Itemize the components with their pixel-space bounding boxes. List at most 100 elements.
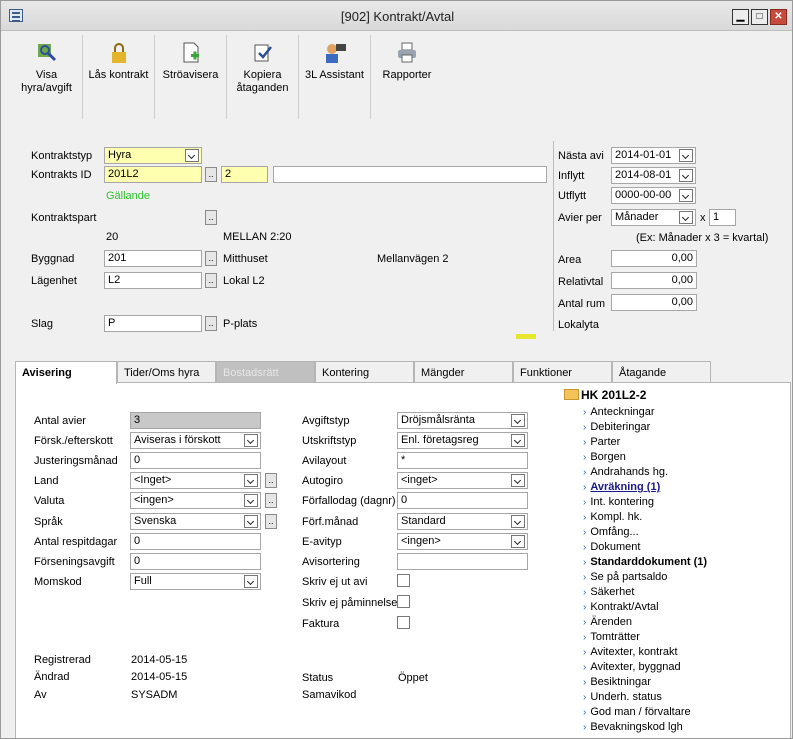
kontrakts-id-input[interactable]: 201L2 [104,166,202,183]
slag-browse-button[interactable]: .. [205,316,217,331]
tree-item[interactable]: › Int. kontering [583,496,654,508]
las-kontrakt-button[interactable]: Lås kontrakt [83,35,155,119]
lock-icon [111,43,126,63]
forfallodag-input[interactable]: 0 [397,492,528,509]
avgiftstyp-select[interactable]: Dröjsmålsränta [397,412,528,429]
lagenhet-browse-button[interactable]: .. [205,273,217,288]
chevron-down-icon[interactable] [679,189,693,202]
chevron-down-icon[interactable] [511,414,525,427]
antal-rum-input[interactable]: 0,00 [611,294,697,311]
chevron-down-icon[interactable] [511,535,525,548]
tree-item[interactable]: › Kontrakt/Avtal [583,601,659,613]
byggnad-input[interactable]: 201 [104,250,202,267]
chevron-down-icon[interactable] [511,515,525,528]
kontrakts-id-browse-button[interactable]: .. [205,167,217,182]
assistant-button[interactable]: 3L Assistant [299,35,371,119]
tree-root[interactable]: HK 201L2-2 [564,388,646,402]
tree-item[interactable]: › Standarddokument (1) [583,556,707,568]
avier-multiplier-input[interactable]: 1 [709,209,736,226]
inflytt-date[interactable]: 2014-08-01 [611,167,696,184]
skriv-ej-ut-checkbox[interactable] [397,574,410,587]
visa-hyra-button[interactable]: Visa hyra/avgift [11,35,83,119]
nasta-avi-date[interactable]: 2014-01-01 [611,147,696,164]
kontrakts-id-suffix-input[interactable]: 2 [221,166,268,183]
chevron-down-icon[interactable] [511,434,525,447]
tree-item[interactable]: › Anteckningar [583,406,655,418]
land-browse-button[interactable]: .. [265,473,277,488]
tree-item[interactable]: › Omfång... [583,526,639,538]
forsk-select[interactable]: Aviseras i förskott [130,432,261,449]
tab-atagande[interactable]: Åtagande [612,361,711,383]
byggnad-browse-button[interactable]: .. [205,251,217,266]
faktura-checkbox[interactable] [397,616,410,629]
sprak-browse-button[interactable]: .. [265,514,277,529]
tree-item[interactable]: › Underh. status [583,691,662,703]
header-divider [553,141,554,331]
chevron-down-icon[interactable] [679,211,693,224]
tree-item[interactable]: › Debiteringar [583,421,650,433]
kontraktspart-browse-button[interactable]: .. [205,210,217,225]
avilayout-input[interactable]: * [397,452,528,469]
avier-per-select[interactable]: Månader [611,209,696,226]
justering-input[interactable]: 0 [130,452,261,469]
forsening-input[interactable]: 0 [130,553,261,570]
tree-item[interactable]: › Säkerhet [583,586,634,598]
autogiro-select[interactable]: <inget> [397,472,528,489]
utskriftstyp-select[interactable]: Enl. företagsreg [397,432,528,449]
tab-kontering[interactable]: Kontering [315,361,414,383]
tree-item[interactable]: › Dokument [583,541,640,553]
tree-item[interactable]: › Bevakningskod lgh [583,721,683,733]
utflytt-date[interactable]: 0000-00-00 [611,187,696,204]
e-avityp-select[interactable]: <ingen> [397,533,528,550]
chevron-down-icon[interactable] [185,149,199,162]
rapporter-button[interactable]: Rapporter [371,35,443,119]
tab-tider-oms-hyra[interactable]: Tider/Oms hyra [117,361,216,383]
forf-manad-select[interactable]: Standard [397,513,528,530]
tree-item[interactable]: › Avitexter, kontrakt [583,646,678,658]
close-button[interactable]: ✕ [770,9,787,25]
tree-item[interactable]: › Avitexter, byggnad [583,661,681,673]
tree-item[interactable]: › Se på partsaldo [583,571,667,583]
kontraktstyp-select[interactable]: Hyra [104,147,202,164]
relativtal-input[interactable]: 0,00 [611,272,697,289]
tab-avisering[interactable]: Avisering [15,361,117,384]
kopiera-ataganden-button[interactable]: Kopiera åtaganden [227,35,299,119]
momskod-select[interactable]: Full [130,573,261,590]
skriv-ej-pam-checkbox[interactable] [397,595,410,608]
tree-item[interactable]: › Besiktningar [583,676,651,688]
chevron-down-icon[interactable] [244,474,258,487]
chevron-down-icon[interactable] [679,149,693,162]
tree-item[interactable]: › Borgen [583,451,626,463]
kontrakts-id-description-input[interactable] [273,166,547,183]
chevron-down-icon[interactable] [244,494,258,507]
chevron-down-icon[interactable] [679,169,693,182]
tree-item[interactable]: › Kompl. hk. [583,511,642,523]
slag-input[interactable]: P [104,315,202,332]
tree-item[interactable]: › Ärenden [583,616,632,628]
tree-item[interactable]: › Andrahands hg. [583,466,668,478]
tree-item[interactable]: › God man / förvaltare [583,706,691,718]
chevron-down-icon[interactable] [244,575,258,588]
tree-item[interactable]: › Tomträtter [583,631,640,643]
tab-funktioner[interactable]: Funktioner [513,361,612,383]
land-select[interactable]: <Inget> [130,472,261,489]
valuta-select[interactable]: <ingen> [130,492,261,509]
tree-item[interactable]: › Parter [583,436,620,448]
lagenhet-input[interactable]: L2 [104,272,202,289]
minimize-button[interactable]: ▁ [732,9,749,25]
tab-mangder[interactable]: Mängder [414,361,513,383]
area-input[interactable]: 0,00 [611,250,697,267]
tree-item[interactable]: › Avräkning (1) [583,481,660,493]
avisortering-input[interactable] [397,553,528,570]
utflytt-label: Utflytt [558,190,587,202]
copy-check-icon [254,44,272,62]
chevron-down-icon[interactable] [244,434,258,447]
sprak-select[interactable]: Svenska [130,513,261,530]
valuta-browse-button[interactable]: .. [265,493,277,508]
respit-input[interactable]: 0 [130,533,261,550]
chevron-down-icon[interactable] [244,515,258,528]
chevron-down-icon[interactable] [511,474,525,487]
maximize-button[interactable]: □ [751,9,768,25]
stroavisera-button[interactable]: Ströavisera [155,35,227,119]
chevron-right-icon: › [583,707,587,718]
